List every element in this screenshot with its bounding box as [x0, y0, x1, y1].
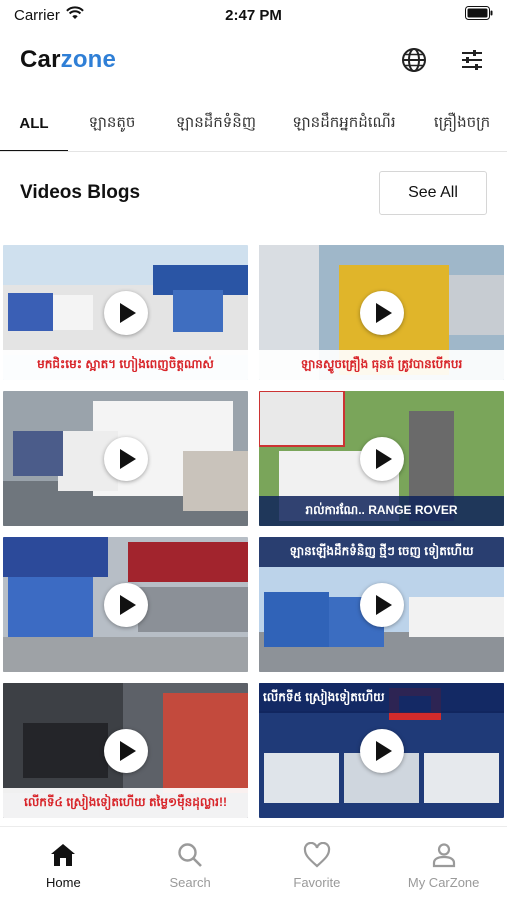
tab-cargo-truck[interactable]: ឡានដឹកទំនិញ	[156, 96, 276, 151]
filter-sliders-icon[interactable]	[457, 45, 487, 75]
play-icon[interactable]	[103, 436, 148, 481]
category-tabs: ALL ឡានតូច ឡានដឹកទំនិញ ឡានដឹកអ្នកដំណើរ គ…	[0, 96, 507, 152]
video-caption: លើកទី៥ ស្រៀងទៀតហើយ	[259, 683, 504, 713]
video-grid: មកជិះមេះ ស្អាត។ ហៀងពេញចិត្តណាស់ ឡានស្ទូច…	[3, 245, 504, 818]
nav-my-carzone-label: My CarZone	[407, 875, 480, 890]
video-caption: ឡានឡើងដឹកទំនិញ ថ្មីៗ ចេញ ទៀតហើយ	[259, 537, 504, 567]
status-right	[333, 6, 493, 24]
app-header: Carzone	[0, 38, 507, 82]
see-all-button[interactable]: See All	[379, 171, 487, 215]
home-icon	[49, 841, 77, 869]
bottom-nav: Home Search Favorite My CarZone	[0, 826, 507, 900]
play-icon[interactable]	[103, 582, 148, 627]
nav-home[interactable]: Home	[0, 827, 127, 900]
video-card[interactable]: មកជិះមេះ ស្អាត។ ហៀងពេញចិត្តណាស់	[3, 245, 248, 380]
video-card[interactable]	[3, 537, 248, 672]
play-icon[interactable]	[103, 728, 148, 773]
nav-favorite-label: Favorite	[293, 875, 341, 890]
header-actions	[399, 45, 487, 75]
status-time: 2:47 PM	[225, 6, 282, 24]
app-logo[interactable]: Carzone	[20, 46, 399, 74]
status-left: Carrier	[14, 6, 174, 24]
nav-favorite[interactable]: Favorite	[254, 827, 381, 900]
play-icon[interactable]	[359, 728, 404, 773]
play-icon[interactable]	[359, 436, 404, 481]
video-caption: មកជិះមេះ ស្អាត។ ហៀងពេញចិត្តណាស់	[3, 350, 248, 380]
search-icon	[176, 841, 204, 869]
wifi-icon	[66, 6, 84, 24]
section-title: Videos Blogs	[20, 182, 141, 203]
video-card[interactable]	[3, 391, 248, 526]
nav-search[interactable]: Search	[127, 827, 254, 900]
nav-my-carzone[interactable]: My CarZone	[380, 827, 507, 900]
heart-icon	[303, 841, 331, 869]
video-card[interactable]: រាល់ការណែ.. RANGE ROVER	[259, 391, 504, 526]
play-icon[interactable]	[359, 582, 404, 627]
nav-search-label: Search	[169, 875, 211, 890]
video-caption: រាល់ការណែ.. RANGE ROVER	[259, 496, 504, 526]
video-card[interactable]: ឡានស្ទូចគ្រឿង ធុនធំ ត្រូវបានបើកបរ	[259, 245, 504, 380]
play-icon[interactable]	[359, 290, 404, 335]
tab-small-car[interactable]: ឡានតូច	[68, 96, 156, 151]
video-card[interactable]: លើកទី៥ ស្រៀងទៀតហើយ	[259, 683, 504, 818]
person-icon	[430, 841, 458, 869]
battery-icon	[465, 6, 493, 24]
status-bar: Carrier 2:47 PM	[0, 0, 507, 30]
logo-text-zone: zone	[60, 46, 117, 73]
tab-passenger-vehicle[interactable]: ឡានដឹកអ្នកដំណើរ	[276, 96, 412, 151]
videos-section-header: Videos Blogs See All	[0, 170, 507, 216]
video-caption: ឡានស្ទូចគ្រឿង ធុនធំ ត្រូវបានបើកបរ	[259, 350, 504, 380]
nav-home-label: Home	[46, 875, 81, 890]
video-card[interactable]: លើកទី៤ ស្រៀងទៀតហើយ តម្លៃ១ម៉ឺនដុល្លារ!!	[3, 683, 248, 818]
video-card[interactable]: ឡានឡើងដឹកទំនិញ ថ្មីៗ ចេញ ទៀតហើយ	[259, 537, 504, 672]
play-icon[interactable]	[103, 290, 148, 335]
globe-icon[interactable]	[399, 45, 429, 75]
tab-all[interactable]: ALL	[0, 96, 68, 151]
tab-machinery[interactable]: គ្រឿងចក្រ	[412, 96, 507, 151]
carrier-label: Carrier	[14, 6, 60, 24]
logo-text-car: Car	[20, 46, 61, 73]
video-caption: លើកទី៤ ស្រៀងទៀតហើយ តម្លៃ១ម៉ឺនដុល្លារ!!	[3, 788, 248, 818]
